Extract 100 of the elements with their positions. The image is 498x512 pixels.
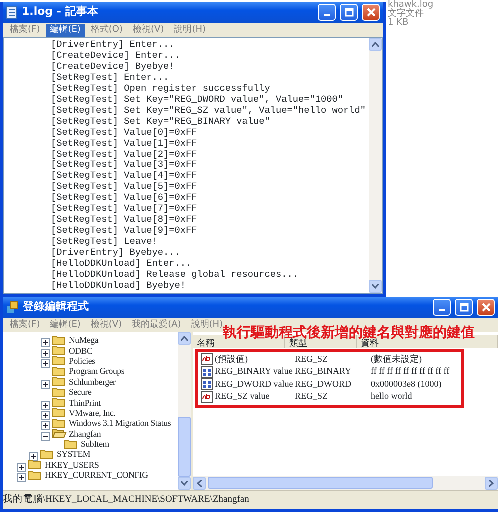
folder-icon	[28, 459, 43, 470]
scroll-right-icon[interactable]	[485, 476, 498, 490]
log-line: [SetRegTest] Set Key="REG_BINARY value"	[51, 116, 272, 128]
vertical-scrollbar[interactable]	[369, 38, 382, 293]
window-title: 1.log - 記事本	[22, 4, 98, 20]
log-line: [HelloDDKUnload] Enter...	[51, 259, 193, 270]
expand-icon[interactable]	[17, 460, 26, 470]
tree-item[interactable]: SYSTEM	[57, 449, 91, 460]
maximize-button[interactable]	[455, 299, 473, 316]
scroll-thumb[interactable]	[178, 417, 191, 477]
value-type: REG_DWORD	[295, 378, 352, 390]
expand-icon[interactable]	[41, 398, 50, 408]
expand-icon[interactable]	[41, 336, 50, 345]
expand-icon[interactable]	[17, 470, 26, 480]
menu-item[interactable]: 檢視(V)	[86, 318, 126, 332]
maximize-button[interactable]	[340, 4, 358, 21]
scroll-down-icon[interactable]	[178, 477, 191, 490]
tree-item[interactable]: NuMega	[69, 335, 99, 346]
folder-icon	[52, 386, 67, 398]
folder-icon	[52, 334, 67, 346]
maximize-icon	[460, 303, 468, 312]
binary-value-icon	[201, 378, 213, 390]
folder-icon	[52, 355, 67, 366]
tree-item[interactable]: ThinPrint	[69, 398, 101, 408]
file-info-text: khawk.log	[387, 1, 434, 10]
value-type: REG_SZ	[295, 390, 330, 403]
tree-item[interactable]: Zhangfan	[69, 428, 102, 439]
tree-item[interactable]: HKEY_CURRENT_CONFIG	[45, 470, 148, 480]
folder-icon	[40, 449, 55, 460]
file-info-text: 文字文件	[387, 10, 424, 19]
log-line: [SetRegTest] Value[0]=0xFF	[51, 128, 198, 139]
log-line: [SetRegTest] Value[3]=0xFF	[51, 160, 198, 171]
value-name[interactable]: REG_SZ value	[215, 390, 270, 404]
expand-icon[interactable]	[41, 346, 50, 356]
log-line: [HelloDDKUnload] Release global resources...	[51, 270, 300, 281]
log-line: [SetRegTest] Value[6]=0xFF	[51, 193, 198, 204]
log-line: [SetRegTest] Value[4]=0xFF	[51, 171, 198, 182]
vertical-scrollbar[interactable]	[178, 332, 191, 490]
scroll-up-icon[interactable]	[369, 38, 382, 51]
close-icon	[366, 8, 376, 17]
log-line: [SetRegTest] Value[2]=0xFF	[51, 150, 198, 160]
tree-item[interactable]: HKEY_USERS	[45, 460, 100, 470]
expand-icon[interactable]	[41, 377, 50, 386]
value-name[interactable]: REG_BINARY value	[215, 365, 293, 378]
value-name[interactable]: REG_DWORD value	[215, 378, 294, 391]
menu-item[interactable]: 檢視(V)	[129, 24, 168, 36]
expand-icon[interactable]	[41, 356, 50, 366]
folder-icon	[28, 470, 43, 481]
tree-item[interactable]: Schlumberger	[69, 376, 116, 387]
folder-icon	[52, 345, 67, 356]
value-data: (數值未設定)	[371, 352, 422, 366]
collapse-icon[interactable]	[41, 429, 50, 438]
minimize-button[interactable]	[433, 299, 451, 316]
folder-icon	[52, 428, 67, 440]
value-name[interactable]: (預設值)	[215, 352, 248, 366]
tree-item[interactable]: Secure	[69, 387, 92, 398]
value-type: REG_BINARY	[295, 365, 353, 378]
tree-item[interactable]: Program Groups	[69, 366, 125, 376]
scroll-down-icon[interactable]	[369, 280, 382, 293]
horizontal-scrollbar[interactable]	[193, 476, 498, 490]
log-line: [HelloDDKUnload] Byebye!	[51, 280, 188, 292]
tree-item[interactable]: Windows 3.1 Migration Status	[69, 418, 172, 428]
tree-item[interactable]: ODBC	[69, 346, 93, 356]
log-line: [DriverEntry] Enter...	[51, 40, 176, 51]
folder-icon	[52, 407, 67, 418]
value-data: hello world	[371, 390, 412, 403]
close-button[interactable]	[477, 299, 495, 316]
scroll-up-icon[interactable]	[178, 332, 191, 345]
expand-icon[interactable]	[41, 408, 50, 418]
log-line: [SetRegTest] Value[8]=0xFF	[51, 215, 198, 226]
expand-icon[interactable]	[41, 418, 50, 428]
value-type: REG_SZ	[295, 352, 330, 366]
expand-icon[interactable]	[29, 450, 38, 459]
log-line: [SetRegTest] Leave!	[51, 237, 159, 248]
window-title: 登錄編輯程式	[23, 299, 89, 316]
status-path: 我的電腦\HKEY_LOCAL_MACHINE\SOFTWARE\Zhangfan	[3, 493, 250, 507]
folder-icon	[52, 418, 67, 429]
log-line: [DriverEntry] Byebye...	[51, 248, 182, 259]
close-icon	[482, 303, 490, 312]
log-line: [SetRegTest] Open register successfully	[51, 84, 272, 95]
string-value-icon	[201, 390, 213, 403]
tree-item[interactable]: SubItem	[81, 439, 110, 450]
value-data: ff ff ff ff ff ff ff ff ff ff	[371, 365, 450, 378]
log-line: [SetRegTest] Value[7]=0xFF	[51, 204, 198, 215]
string-value-icon	[201, 353, 213, 366]
close-button[interactable]	[362, 4, 380, 21]
minimize-button[interactable]	[318, 4, 336, 21]
folder-icon	[52, 376, 67, 388]
log-line: [CreateDevice] Enter...	[51, 50, 182, 62]
scroll-left-icon[interactable]	[193, 476, 206, 490]
scroll-thumb[interactable]	[208, 477, 433, 489]
notepad-icon	[6, 6, 18, 20]
log-line: [SetRegTest] Enter...	[51, 72, 170, 84]
value-data: 0x000003e8 (1000)	[371, 378, 442, 391]
maximize-icon	[344, 8, 354, 17]
menu-item[interactable]: 編輯(E)	[46, 24, 85, 36]
tree-item[interactable]: Policies	[69, 356, 96, 366]
log-line: [CreateDevice] Byebye!	[51, 62, 176, 73]
log-line: [SetRegTest] Set Key="REG_DWORD value", Value="1000"	[51, 94, 345, 106]
tree-item[interactable]: VMware, Inc.	[69, 408, 116, 418]
